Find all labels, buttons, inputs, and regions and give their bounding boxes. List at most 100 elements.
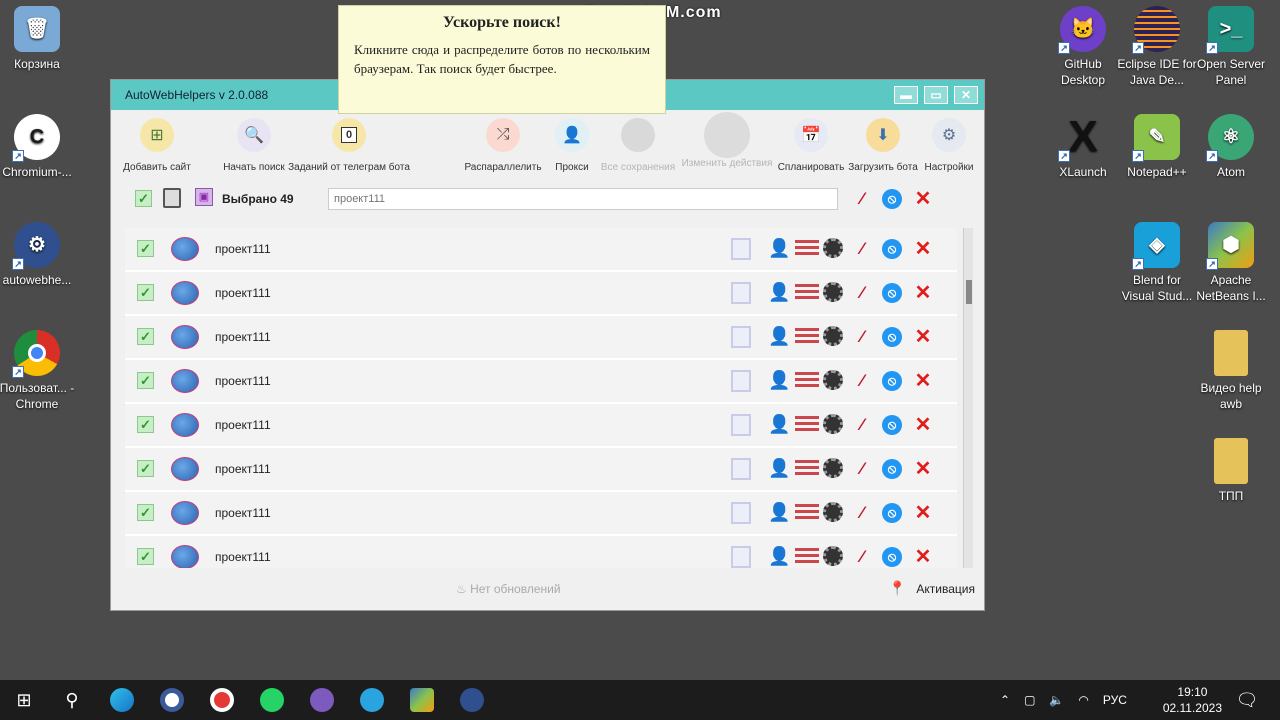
row-checkbox[interactable]: ✓ — [137, 548, 154, 565]
gear-icon[interactable] — [823, 238, 843, 258]
desktop-icon-github-desktop[interactable]: 🐱 ↗ GitHub Desktop — [1043, 6, 1123, 88]
sliders-icon[interactable] — [795, 284, 819, 302]
disable-images-icon[interactable]: ⁄ — [851, 282, 873, 304]
activation-link[interactable]: Активация — [916, 582, 975, 596]
save-icon[interactable] — [731, 458, 751, 480]
table-row[interactable]: ✓ проект111 👤 ⁄ ⦸ ✕ — [125, 316, 957, 360]
disable-images-icon[interactable]: ⁄ — [851, 238, 873, 260]
delete-icon[interactable]: ✕ — [912, 501, 934, 524]
table-row[interactable]: ✓ проект111 👤 ⁄ ⦸ ✕ — [125, 272, 957, 316]
desktop-icon-xlaunch[interactable]: X ↗ XLaunch — [1043, 114, 1123, 180]
save-icon[interactable] — [731, 546, 751, 568]
row-checkbox[interactable]: ✓ — [137, 504, 154, 521]
minimize-button[interactable]: ▬ — [894, 86, 918, 104]
delete-icon[interactable]: ✕ — [912, 545, 934, 568]
add-site-button[interactable]: ⊞ Добавить сайт — [122, 118, 192, 173]
project-filter-input[interactable] — [328, 188, 838, 210]
disable-images-icon[interactable]: ⁄ — [851, 546, 873, 568]
netbeans-taskbar-icon[interactable] — [407, 686, 437, 714]
desktop-icon-chromium[interactable]: C ↗ Chromium-... — [0, 114, 77, 180]
row-checkbox[interactable]: ✓ — [137, 372, 154, 389]
desktop-icon-autowebhelpers[interactable]: ⚙ ↗ autowebhe... — [0, 222, 77, 288]
delete-icon[interactable]: ✕ — [912, 369, 934, 392]
table-row[interactable]: ✓ проект111 👤 ⁄ ⦸ ✕ — [125, 360, 957, 404]
block-icon[interactable]: ⦸ — [882, 459, 902, 479]
chromium-taskbar-icon[interactable] — [157, 686, 187, 714]
delete-icon[interactable]: ✕ — [912, 413, 934, 436]
block-icon[interactable]: ⦸ — [882, 239, 902, 259]
viber-icon[interactable] — [307, 686, 337, 714]
save-icon[interactable] — [731, 282, 751, 304]
table-row[interactable]: ✓ проект111 👤 ⁄ ⦸ ✕ — [125, 448, 957, 492]
scrollbar-thumb[interactable] — [966, 280, 972, 304]
desktop-icon-netbeans[interactable]: ⬢ ↗ Apache NetBeans I... — [1191, 222, 1271, 304]
sliders-icon[interactable] — [795, 504, 819, 522]
gear-icon[interactable] — [823, 282, 843, 302]
disable-images-icon[interactable]: ⁄ — [851, 458, 873, 480]
desktop-icon-chrome[interactable]: ↗ Пользоват... - Chrome — [0, 330, 77, 412]
close-button[interactable]: ✕ — [954, 86, 978, 104]
row-checkbox[interactable]: ✓ — [137, 328, 154, 345]
autowebhelpers-taskbar-icon[interactable] — [457, 686, 487, 714]
gear-icon[interactable] — [823, 414, 843, 434]
desktop-icon-blend[interactable]: ◈ ↗ Blend for Visual Stud... — [1117, 222, 1197, 304]
table-row[interactable]: ✓ проект111 👤 ⁄ ⦸ ✕ — [125, 536, 957, 568]
sliders-icon[interactable] — [795, 240, 819, 258]
row-checkbox[interactable]: ✓ — [137, 416, 154, 433]
disable-images-icon[interactable]: ⁄ — [851, 326, 873, 348]
parallel-selection-icon[interactable]: ▣ — [195, 188, 213, 206]
wifi-icon[interactable]: ◠ — [1078, 693, 1088, 707]
delete-all-icon[interactable]: ✕ — [912, 187, 934, 210]
delete-icon[interactable]: ✕ — [912, 281, 934, 304]
save-icon[interactable] — [731, 238, 751, 260]
sliders-icon[interactable] — [795, 372, 819, 390]
delete-icon[interactable]: ✕ — [912, 325, 934, 348]
language-indicator[interactable]: РУС — [1103, 693, 1127, 707]
disable-images-icon[interactable]: ⁄ — [851, 370, 873, 392]
volume-icon[interactable]: 🔈 — [1049, 693, 1064, 707]
user-icon[interactable]: 👤 — [768, 370, 790, 391]
telegram-tasks-button[interactable]: 0 Заданий от телеграм бота — [287, 118, 411, 173]
gear-icon[interactable] — [823, 546, 843, 566]
user-icon[interactable]: 👤 — [768, 238, 790, 259]
select-all-checkbox[interactable]: ✓ — [135, 190, 152, 207]
desktop-icon-atom[interactable]: ⚛ ↗ Atom — [1191, 114, 1271, 180]
user-icon[interactable]: 👤 — [768, 414, 790, 435]
sliders-icon[interactable] — [795, 328, 819, 346]
save-icon[interactable] — [731, 370, 751, 392]
settings-button[interactable]: ⚙ Настройки — [923, 118, 975, 173]
network-icon[interactable]: ▢ — [1024, 693, 1035, 707]
row-checkbox[interactable]: ✓ — [137, 460, 154, 477]
gear-icon[interactable] — [823, 458, 843, 478]
parallelize-button[interactable]: ⤮ Распараллелить — [463, 118, 543, 173]
disable-images-icon[interactable]: ⁄ — [851, 414, 873, 436]
list-scrollbar[interactable] — [963, 228, 973, 568]
gear-icon[interactable] — [823, 370, 843, 390]
notifications-icon[interactable]: 🗨 — [1232, 686, 1262, 714]
row-checkbox[interactable]: ✓ — [137, 240, 154, 257]
delete-icon[interactable]: ✕ — [912, 457, 934, 480]
whatsapp-icon[interactable] — [257, 686, 287, 714]
start-search-button[interactable]: 🔍 Начать поиск — [217, 118, 291, 173]
maximize-button[interactable]: ▭ — [924, 86, 948, 104]
bandicam-record-icon[interactable] — [207, 686, 237, 714]
copy-icon[interactable] — [163, 188, 181, 208]
user-icon[interactable]: 👤 — [768, 326, 790, 347]
save-icon[interactable] — [731, 414, 751, 436]
sliders-icon[interactable] — [795, 416, 819, 434]
user-icon[interactable]: 👤 — [768, 458, 790, 479]
table-row[interactable]: ✓ проект111 👤 ⁄ ⦸ ✕ — [125, 492, 957, 536]
sliders-icon[interactable] — [795, 548, 819, 566]
gear-icon[interactable] — [823, 502, 843, 522]
block-icon[interactable]: ⦸ — [882, 283, 902, 303]
desktop-icon-eclipse[interactable]: ↗ Eclipse IDE for Java De... — [1117, 6, 1197, 88]
block-icon[interactable]: ⦸ — [882, 503, 902, 523]
desktop-icon-notepadpp[interactable]: ✎ ↗ Notepad++ — [1117, 114, 1197, 180]
start-button[interactable]: ⊞ — [9, 686, 39, 714]
telegram-icon[interactable] — [357, 686, 387, 714]
load-bot-button[interactable]: ⬇ Загрузить бота — [848, 118, 918, 173]
desktop-icon-open-server[interactable]: >_ ↗ Open Server Panel — [1191, 6, 1271, 88]
desktop-icon-recycle-bin[interactable]: 🗑 Корзина — [0, 6, 77, 72]
block-icon[interactable]: ⦸ — [882, 327, 902, 347]
table-row[interactable]: ✓ проект111 👤 ⁄ ⦸ ✕ — [125, 404, 957, 448]
